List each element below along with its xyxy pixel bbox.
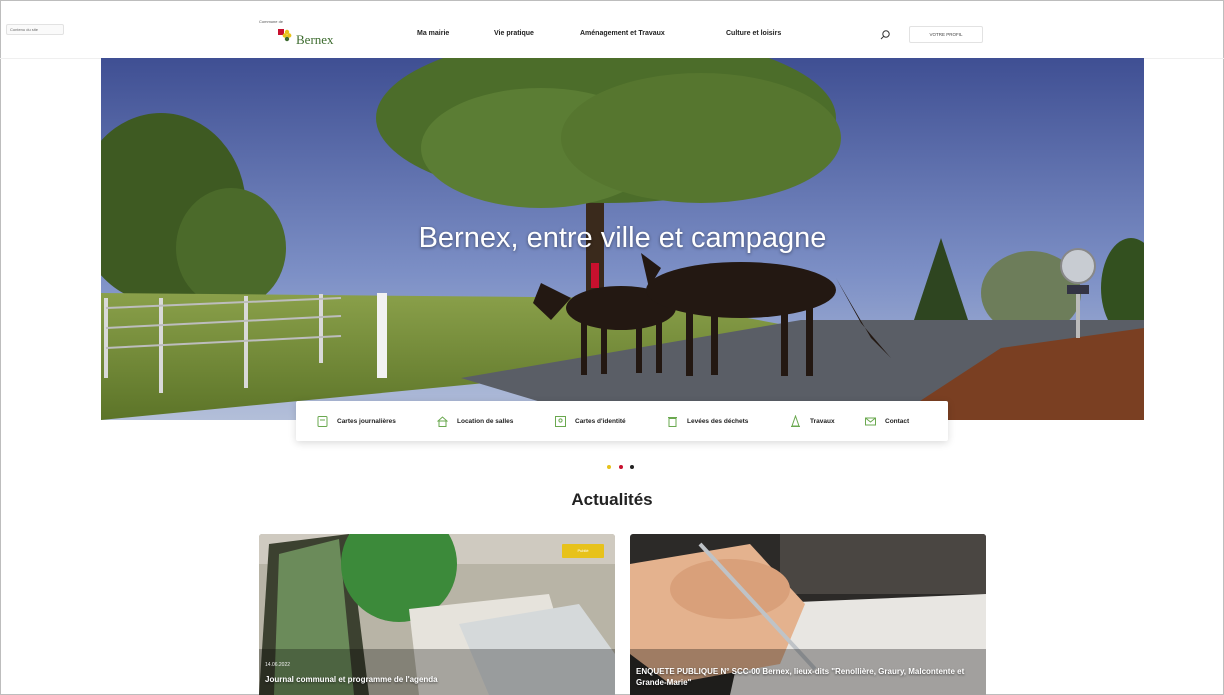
quick-link-travaux[interactable]: Travaux (789, 401, 835, 441)
news-card[interactable]: ENQUETE PUBLIQUE N° SCC-00 Bernex, lieux… (630, 534, 986, 695)
quick-link-contact[interactable]: Contact (864, 401, 909, 441)
quick-link-levees-dechets[interactable]: Levées des déchets (666, 401, 748, 441)
slider-dot[interactable] (607, 465, 611, 469)
news-title: Journal communal et programme de l'agend… (265, 675, 438, 684)
slider-dot[interactable] (630, 465, 634, 469)
hero-title: Bernex, entre ville et campagne (418, 222, 827, 254)
skip-to-content-link[interactable]: Contenu du site (6, 24, 64, 35)
card-icon (317, 415, 328, 427)
quick-link-location-salles[interactable]: Location de salles (436, 401, 513, 441)
news-card[interactable]: 14.06.2022 Journal communal et programme… (259, 534, 615, 695)
quick-link-label: Travaux (810, 417, 835, 425)
news-date: 14.06.2022 (265, 662, 291, 668)
quick-link-label: Location de salles (457, 417, 514, 425)
logo-subtitle: Commune de (259, 19, 284, 24)
logo-name: Bernex (296, 32, 334, 47)
grape-icon (278, 29, 292, 42)
nav-amenagement-travaux[interactable]: Aménagement et Travaux (580, 30, 665, 37)
news-badge: Publié (562, 544, 604, 558)
news-section-title: Actualités (571, 490, 653, 509)
quick-link-label: Contact (885, 417, 910, 425)
trash-icon (668, 416, 677, 427)
hero-banner: Bernex, entre ville et campagne (101, 58, 1144, 420)
slider-dot[interactable] (619, 465, 623, 469)
nav-vie-pratique[interactable]: Vie pratique (494, 30, 534, 37)
quick-links-bar: Cartes journalières Location de salles C… (296, 401, 948, 441)
quick-link-cartes-journalieres[interactable]: Cartes journalières (316, 401, 396, 441)
profile-button[interactable]: VOTRE PROFIL (909, 26, 983, 43)
journal-image (259, 534, 615, 695)
mail-icon (865, 417, 876, 425)
cone-icon (791, 414, 800, 427)
quick-link-label: Cartes d'identité (575, 417, 626, 425)
id-card-icon (555, 415, 566, 427)
nav-culture-loisirs[interactable]: Culture et loisirs (726, 30, 781, 37)
nav-ma-mairie[interactable]: Ma mairie (417, 30, 449, 37)
quick-link-label: Cartes journalières (337, 417, 396, 425)
commune-logo[interactable]: Commune de Bernex (256, 18, 366, 52)
quick-link-cartes-identite[interactable]: Cartes d'identité (554, 401, 626, 441)
house-icon (437, 415, 448, 427)
search-icon[interactable] (879, 29, 891, 41)
news-title: ENQUETE PUBLIQUE N° SCC-00 Bernex, lieux… (636, 667, 965, 687)
quick-link-label: Levées des déchets (687, 417, 749, 425)
